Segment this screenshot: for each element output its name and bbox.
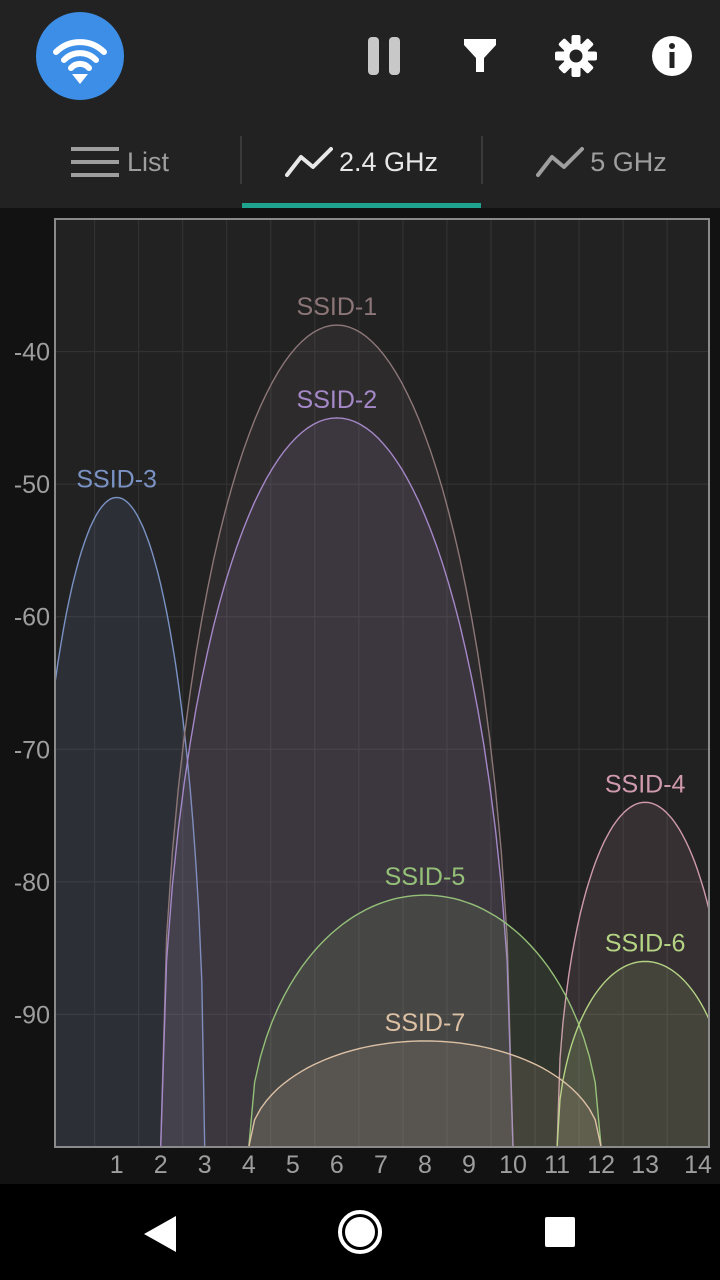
x-tick-label: 13: [631, 1151, 659, 1179]
pause-button[interactable]: [360, 32, 408, 80]
ssid-label: SSID-7: [385, 1009, 466, 1037]
tab-list[interactable]: List: [0, 130, 240, 194]
y-tick-label: -50: [14, 471, 50, 499]
home-button[interactable]: [330, 1204, 390, 1264]
tab-2-4ghz-label: 2.4 GHz: [338, 146, 439, 177]
channel-graph[interactable]: SSID-3 SSID-1 SSID-2 SSID-4 SSID-5 SSID-6 SSID…: [0, 208, 720, 1184]
x-tick-label: 8: [418, 1151, 432, 1179]
x-tick-label: 1: [110, 1151, 124, 1179]
x-tick-label: 5: [286, 1151, 300, 1179]
y-tick-label: -90: [14, 1001, 50, 1029]
tab-5ghz-label: 5 GHz: [590, 146, 667, 177]
info-button[interactable]: [648, 32, 696, 80]
ssid-label: SSID-2: [297, 386, 378, 414]
x-tick-label: 12: [587, 1151, 615, 1179]
info-icon: [652, 36, 692, 76]
y-tick-label: -80: [14, 869, 50, 897]
x-tick-label: 14: [684, 1151, 712, 1179]
settings-button[interactable]: [552, 32, 600, 80]
list-icon: [70, 147, 119, 177]
back-button[interactable]: [130, 1204, 190, 1264]
filter-icon: [464, 39, 496, 72]
back-triangle-icon: [144, 1216, 176, 1252]
system-navigation-bar: [0, 1184, 720, 1280]
x-tick-label: 3: [198, 1151, 212, 1179]
gear-icon: [555, 35, 597, 77]
home-circle-icon: [338, 1210, 382, 1254]
recents-square-icon: [545, 1217, 575, 1247]
tab-5ghz[interactable]: 5 GHz: [483, 130, 720, 194]
y-tick-label: -40: [14, 339, 50, 367]
ssid-label: SSID-6: [605, 929, 686, 957]
y-tick-label: -60: [14, 604, 50, 632]
filter-button[interactable]: [456, 32, 504, 80]
x-tick-label: 2: [154, 1151, 168, 1179]
chart-line-icon: [284, 147, 333, 177]
recents-button[interactable]: [530, 1204, 590, 1264]
x-tick-label: 11: [544, 1151, 570, 1179]
x-tick-label: 4: [242, 1151, 256, 1179]
ssid-label: SSID-3: [76, 465, 157, 493]
ssid-label: SSID-5: [385, 863, 466, 891]
tab-2-4ghz[interactable]: 2.4 GHz: [242, 130, 481, 194]
tab-list-label: List: [126, 146, 170, 177]
app-bar: List 2.4 GHz 5 GHz: [0, 0, 720, 208]
x-tick-label: 6: [330, 1151, 344, 1179]
y-tick-label: -70: [14, 736, 50, 764]
chart-line-icon: [536, 147, 585, 177]
ssid-label: SSID-1: [297, 293, 378, 321]
pause-icon: [368, 37, 400, 75]
wifi-icon[interactable]: [36, 12, 124, 100]
x-tick-label: 9: [462, 1151, 476, 1179]
x-tick-label: 10: [499, 1151, 527, 1179]
ssid-label: SSID-4: [605, 770, 686, 798]
x-tick-label: 7: [374, 1151, 388, 1179]
